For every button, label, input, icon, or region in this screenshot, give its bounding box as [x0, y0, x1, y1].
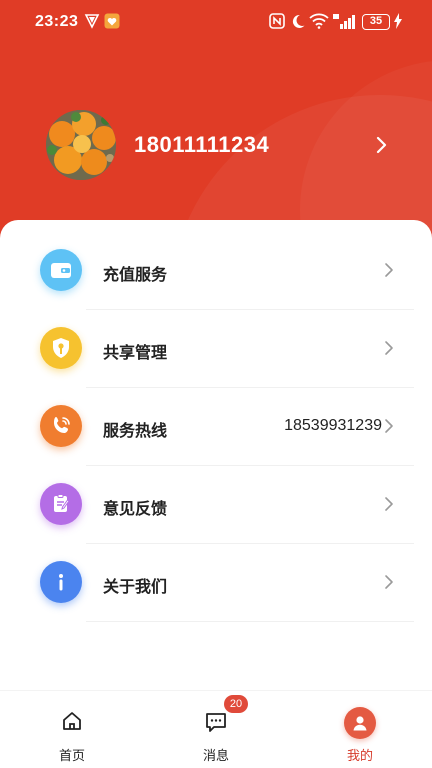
- app-notification-icon: [104, 13, 120, 34]
- menu-item-service-hotline[interactable]: 服务热线 18539931239: [0, 376, 432, 466]
- chevron-right-icon: [384, 418, 394, 439]
- menu-item-recharge[interactable]: 充值服务: [0, 220, 432, 310]
- menu-item-label: 充值服务: [103, 267, 168, 284]
- shield-key-icon: [40, 327, 82, 369]
- do-not-disturb-moon-icon: [290, 13, 306, 34]
- avatar[interactable]: [46, 110, 116, 180]
- menu-item-label: 服务热线: [103, 423, 168, 440]
- cellular-signal-icon: [332, 13, 356, 34]
- menu-item-label: 意见反馈: [103, 501, 168, 518]
- tab-label: 消息: [202, 748, 229, 763]
- tab-messages[interactable]: 消息: [166, 691, 266, 768]
- tab-label: 首页: [58, 748, 85, 763]
- chevron-right-icon: [384, 340, 394, 361]
- menu-item-feedback[interactable]: 意见反馈: [0, 454, 432, 544]
- bottom-tab-bar: 首页 消息 我的: [0, 690, 432, 768]
- vpn-icon: [84, 13, 100, 34]
- status-time: 23:23: [35, 13, 79, 30]
- chevron-right-icon: [384, 574, 394, 595]
- hotline-number[interactable]: 18539931239: [284, 417, 382, 435]
- home-icon: [62, 711, 82, 736]
- chevron-right-icon: [384, 496, 394, 517]
- tab-label: 我的: [346, 748, 373, 763]
- user-icon: [344, 707, 376, 739]
- profile-row[interactable]: 18011111234: [0, 110, 432, 182]
- menu-item-label: 共享管理: [103, 345, 168, 362]
- info-icon: [40, 561, 82, 603]
- status-bar: 23:23 35: [0, 0, 432, 44]
- tab-home[interactable]: 首页: [22, 691, 122, 768]
- message-icon: [205, 711, 227, 738]
- menu-card: 充值服务 共享管理 服务热线 18539931239 意见反馈 关于我们: [0, 220, 432, 700]
- chevron-right-icon[interactable]: [374, 136, 388, 159]
- wifi-icon: [309, 13, 329, 34]
- tab-mine[interactable]: 我的: [310, 691, 410, 768]
- phone-icon: [40, 405, 82, 447]
- divider: [86, 621, 414, 622]
- menu-item-about-us[interactable]: 关于我们: [0, 532, 432, 622]
- menu-item-label: 关于我们: [103, 579, 168, 596]
- nfc-icon: [269, 13, 285, 34]
- menu-item-share-management[interactable]: 共享管理: [0, 298, 432, 388]
- chevron-right-icon: [384, 262, 394, 283]
- user-phone-number: 18011111234: [134, 132, 270, 157]
- wallet-icon: [40, 249, 82, 291]
- feedback-clipboard-icon: [40, 483, 82, 525]
- message-count-badge: 20: [224, 695, 248, 713]
- battery-indicator: 35: [362, 14, 390, 30]
- charging-bolt-icon: [393, 13, 403, 34]
